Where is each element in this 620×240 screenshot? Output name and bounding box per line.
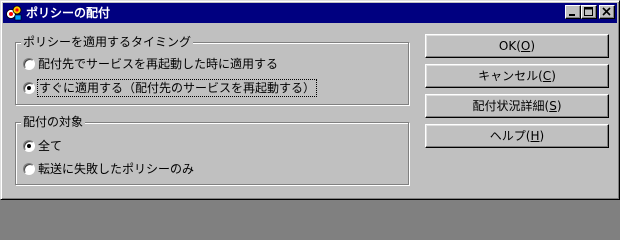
radio-button[interactable] [23, 82, 35, 94]
maximize-icon [584, 7, 593, 16]
ok-label-end: ) [530, 39, 536, 53]
ok-accel: O [520, 39, 531, 53]
radio-label: すぐに適用する（配付先のサービスを再起動する） [36, 79, 318, 97]
radio-button[interactable] [23, 58, 35, 70]
ok-label: OK( [498, 39, 521, 53]
close-button[interactable] [599, 5, 615, 19]
radio-button[interactable] [23, 163, 35, 175]
radio-label: 転送に失敗したポリシーのみ [38, 162, 195, 176]
radio-label: 全て [38, 139, 63, 153]
target-groupbox: 配付の対象 全て 転送に失敗したポリシーのみ [15, 115, 409, 185]
detail-label-end: ) [556, 99, 562, 113]
maximize-button[interactable] [581, 5, 597, 19]
timing-groupbox: ポリシーを適用するタイミング 配付先でサービスを再起動した時に適用する すぐに適… [15, 35, 409, 105]
cancel-label: キャンセル( [478, 69, 543, 83]
minimize-button[interactable] [565, 5, 581, 19]
dialog-window: ポリシーの配付 ポリシーを適用するタイミング 配付先でサービスを再起動した時に適… [0, 0, 620, 200]
cancel-accel: C [542, 69, 552, 83]
cancel-label-end: ) [551, 69, 556, 83]
radio-button[interactable] [23, 140, 35, 152]
close-icon [602, 7, 611, 16]
detail-accel: S [549, 99, 557, 113]
timing-group-label: ポリシーを適用するタイミング [21, 35, 194, 49]
distribution-detail-button[interactable]: 配付状況詳細(S) [425, 94, 609, 118]
help-accel: H [530, 129, 540, 143]
ok-button[interactable]: OK(O) [425, 34, 609, 58]
app-icon [6, 5, 22, 21]
help-button[interactable]: ヘルプ(H) [425, 124, 609, 148]
radio-label: 配付先でサービスを再起動した時に適用する [38, 57, 279, 71]
title-bar[interactable]: ポリシーの配付 [3, 3, 617, 23]
target-group-label: 配付の対象 [21, 115, 86, 129]
help-label-end: ) [539, 129, 545, 143]
minimize-icon [569, 14, 575, 16]
help-label: ヘルプ( [489, 129, 531, 143]
window-title: ポリシーの配付 [26, 6, 111, 20]
detail-label: 配付状況詳細( [472, 99, 550, 113]
cancel-button[interactable]: キャンセル(C) [425, 64, 609, 88]
